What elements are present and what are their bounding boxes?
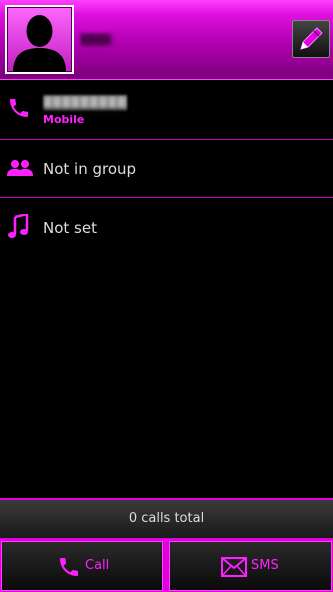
- phone-type-label: Mobile: [43, 113, 85, 126]
- group-row[interactable]: Not in group: [0, 140, 333, 197]
- contact-header: ████: [0, 0, 333, 80]
- envelope-icon: [221, 557, 247, 577]
- edit-contact-button[interactable]: [292, 20, 330, 58]
- group-label: Not in group: [43, 160, 137, 178]
- call-button-label: Call: [85, 558, 110, 573]
- ringtone-label: Not set: [43, 219, 97, 237]
- phone-number: ██████████: [43, 95, 127, 109]
- phone-icon: [60, 558, 78, 576]
- group-icon: [7, 160, 33, 176]
- action-bar: Call SMS: [0, 538, 333, 592]
- edit-pencil-icon: [300, 27, 323, 50]
- contact-silhouette-icon: [13, 15, 66, 72]
- call-button[interactable]: Call: [1, 541, 163, 591]
- music-note-icon: [8, 214, 29, 238]
- sms-button-label: SMS: [251, 558, 279, 573]
- phone-icon: [10, 99, 28, 117]
- sms-button[interactable]: SMS: [169, 541, 332, 591]
- calls-total-label: 0 calls total: [128, 511, 205, 526]
- contact-name: ████: [80, 33, 111, 46]
- ringtone-row[interactable]: Not set: [0, 198, 333, 256]
- calls-total-bar[interactable]: 0 calls total: [0, 498, 333, 538]
- contact-photo[interactable]: [5, 5, 74, 74]
